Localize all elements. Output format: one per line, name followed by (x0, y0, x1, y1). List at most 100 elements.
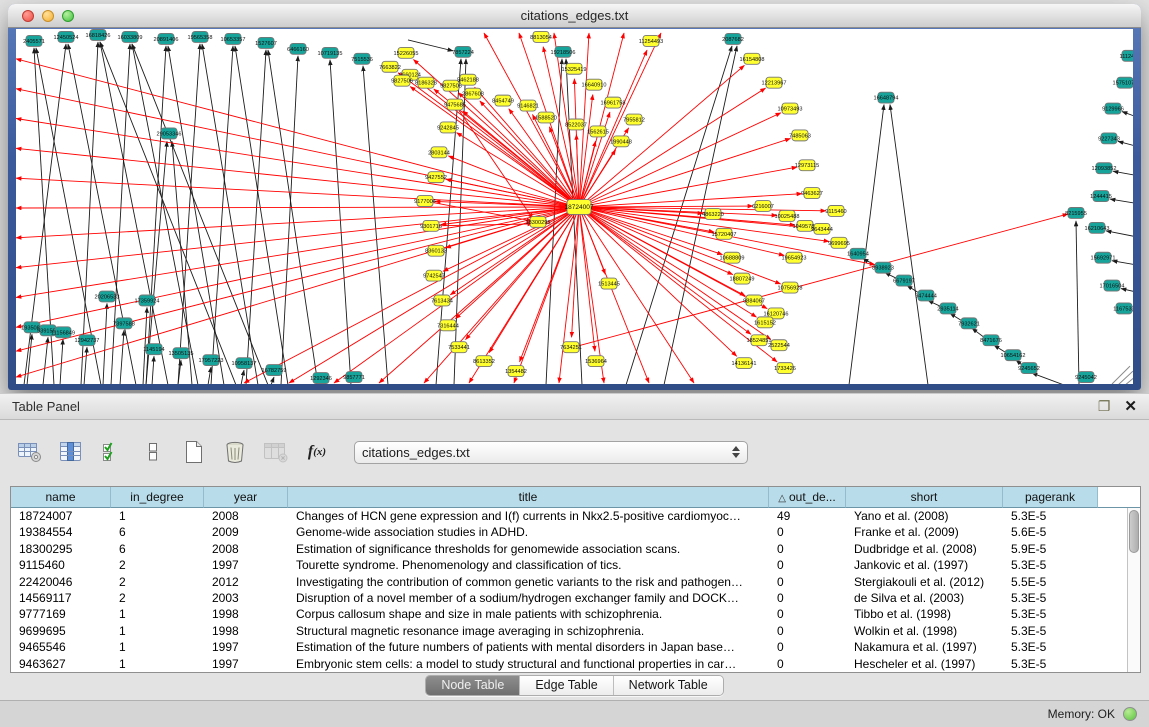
graph-node[interactable]: 12213967 (762, 77, 787, 88)
graph-node[interactable]: 1167533 (1113, 303, 1133, 314)
new-table-icon[interactable] (180, 438, 208, 466)
graph-node[interactable]: 7663822 (379, 61, 401, 72)
column-checklist-icon[interactable] (98, 438, 126, 466)
graph-node[interactable]: 9177004 (414, 196, 436, 207)
graph-node[interactable]: 7932621 (958, 318, 980, 329)
table-row[interactable]: 1830029562008Estimation of significance … (11, 541, 1127, 557)
graph-node[interactable]: 8813054 (530, 31, 552, 42)
table-row[interactable]: 1872400712008Changes of HCN gene express… (11, 508, 1127, 524)
graph-node[interactable]: 7533441 (448, 342, 470, 353)
table-selector-dropdown[interactable]: citations_edges.txt (354, 441, 748, 464)
graph-node[interactable]: 6679197 (893, 275, 915, 286)
column-header-pagerank[interactable]: pagerank (1003, 487, 1098, 508)
graph-node[interactable]: 2803144 (428, 147, 450, 158)
network-canvas[interactable]: 2405571 12450524 16818426 16033809 20891406 1… (16, 29, 1133, 384)
graph-node[interactable]: 15226055 (394, 47, 419, 58)
graph-node[interactable]: 11254493 (639, 35, 663, 46)
graph-node[interactable]: 12093852 (1092, 163, 1117, 174)
graph-node[interactable]: 9857771 (343, 372, 365, 383)
column-header-in_degree[interactable]: in_degree (111, 487, 204, 508)
table-row[interactable]: 977716911998Corpus callosum shape and si… (11, 606, 1127, 622)
graph-node[interactable]: 6216007 (752, 201, 774, 212)
tab-edge-table[interactable]: Edge Table (520, 676, 613, 695)
graph-node[interactable]: 15720407 (712, 228, 737, 239)
graph-node[interactable]: 9245652 (1018, 363, 1040, 374)
graph-node[interactable]: 1527607 (255, 37, 277, 48)
graph-node[interactable]: 17359924 (135, 295, 160, 306)
minimize-window-button[interactable] (42, 10, 54, 22)
graph-node[interactable]: 16154808 (740, 53, 765, 64)
graph-node[interactable]: 15692971 (1091, 252, 1116, 263)
graph-node[interactable]: 12450524 (54, 31, 79, 42)
column-header-name[interactable]: name (11, 487, 111, 508)
graph-node[interactable]: 10756928 (778, 282, 803, 293)
graph-node[interactable]: 1990448 (610, 136, 632, 147)
graph-node[interactable]: 10025488 (775, 210, 800, 221)
table-row[interactable]: 1938455462009Genome-wide association stu… (11, 524, 1127, 540)
graph-node[interactable]: 8938923 (872, 262, 894, 273)
graph-node[interactable]: 9475685 (444, 99, 466, 110)
graph-node[interactable]: 9427552 (425, 172, 447, 183)
tab-node-table[interactable]: Node Table (426, 676, 520, 695)
graph-node[interactable]: 10719135 (318, 47, 343, 58)
graph-node[interactable]: 16818426 (86, 29, 111, 40)
graph-node[interactable]: 16033809 (118, 31, 143, 42)
row-height-icon[interactable] (139, 438, 167, 466)
graph-node[interactable]: 8186328 (415, 77, 437, 88)
table-row[interactable]: 1456911722003Disruption of a novel membe… (11, 590, 1127, 606)
graph-node[interactable]: 7316444 (437, 320, 459, 331)
vertical-scrollbar[interactable] (1127, 508, 1140, 672)
graph-node[interactable]: 2522544 (768, 340, 790, 351)
graph-node[interactable]: 9301716 (420, 220, 442, 231)
graph-node[interactable]: 7485063 (789, 130, 811, 141)
graph-node[interactable]: 2087682 (722, 33, 744, 44)
scrollbar-thumb[interactable] (1129, 510, 1139, 553)
close-panel-icon[interactable]: ✕ (1124, 399, 1137, 414)
graph-node[interactable]: 4863220 (702, 208, 724, 219)
graph-node[interactable]: 18807249 (730, 273, 755, 284)
show-column-icon[interactable] (57, 438, 85, 466)
graph-node[interactable]: 7397588 (113, 318, 135, 329)
graph-node[interactable]: 5462188 (457, 74, 479, 85)
graph-node[interactable]: 1354482 (505, 366, 527, 377)
float-panel-icon[interactable]: ❐ (1098, 398, 1111, 415)
graph-node[interactable]: 16648794 (874, 92, 899, 103)
graph-node[interactable]: 2405571 (23, 35, 45, 46)
graph-node[interactable]: 1112404 (1120, 50, 1133, 61)
graph-node[interactable]: 13505135 (169, 348, 194, 359)
graph-node[interactable]: 1615152 (754, 317, 776, 328)
graph-node[interactable]: 18724007 (565, 200, 594, 215)
graph-node[interactable]: 9115460 (825, 206, 846, 217)
tab-network-table[interactable]: Network Table (614, 676, 723, 695)
graph-node[interactable]: 8454749 (492, 95, 514, 106)
graph-node[interactable]: 10958137 (232, 358, 257, 369)
graph-node[interactable]: 6466160 (287, 43, 309, 54)
graph-node[interactable]: 9146821 (517, 100, 539, 111)
window-titlebar[interactable]: citations_edges.txt (8, 4, 1141, 28)
graph-node[interactable]: 9245042 (1075, 372, 1097, 383)
graph-node[interactable]: 7857224 (452, 46, 474, 57)
function-builder-icon[interactable]: f(x) (303, 438, 331, 466)
graph-node[interactable]: 16782759 (262, 365, 287, 376)
graph-node[interactable]: 20891406 (154, 33, 179, 44)
graph-node[interactable]: 9699695 (828, 237, 850, 248)
graph-node[interactable]: 1733426 (774, 363, 796, 374)
graph-node[interactable]: 19565358 (188, 31, 213, 42)
graph-node[interactable]: 7515536 (351, 53, 373, 64)
graph-node[interactable]: 16210643 (1085, 222, 1110, 233)
graph-node[interactable]: 17016504 (1100, 280, 1125, 291)
graph-node[interactable]: 15751074 (1113, 77, 1133, 88)
graph-node[interactable]: 9242845 (437, 122, 459, 133)
table-row[interactable]: 911546021997Tourette syndrome. Phenomeno… (11, 557, 1127, 573)
graph-node[interactable]: 9129966 (1102, 103, 1124, 114)
graph-node[interactable]: 8471676 (980, 335, 1002, 346)
graph-node[interactable]: 9643444 (811, 223, 833, 234)
graph-node[interactable]: 1588520 (535, 112, 557, 123)
graph-node[interactable]: 8522037 (565, 119, 587, 130)
graph-node[interactable]: 8360133 (425, 245, 447, 256)
graph-node[interactable]: 16961758 (601, 97, 626, 108)
column-header-short[interactable]: short (846, 487, 1003, 508)
graph-node[interactable]: 9884067 (743, 295, 765, 306)
table-row[interactable]: 946554611997Estimation of the future num… (11, 639, 1127, 655)
graph-node[interactable]: 18300295 (526, 216, 551, 227)
